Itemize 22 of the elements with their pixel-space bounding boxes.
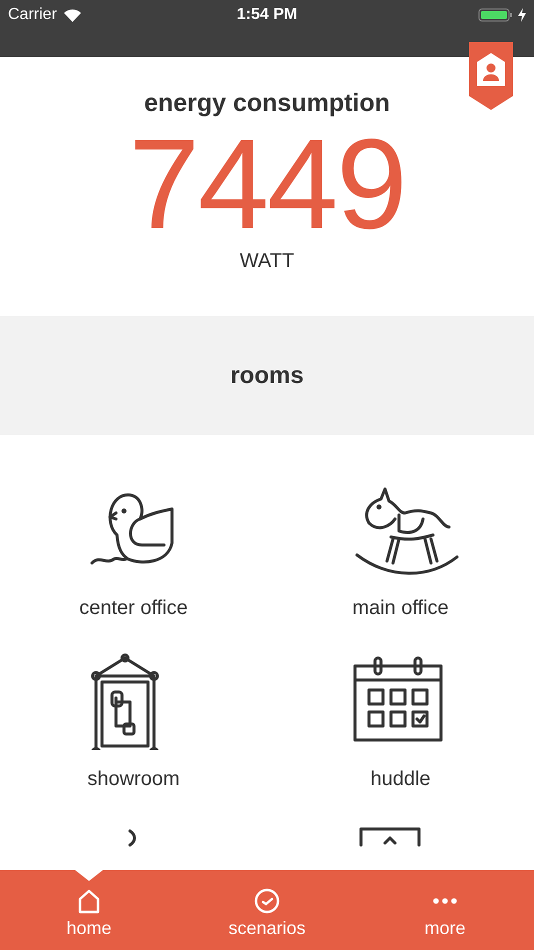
hanging-frame-icon[interactable] <box>90 654 158 750</box>
box-icon[interactable] <box>359 828 420 846</box>
wifi-icon <box>62 8 82 22</box>
energy-title: energy consumption <box>144 89 390 118</box>
more-icon <box>433 898 457 904</box>
home-icon <box>76 888 102 914</box>
clock-icon <box>254 888 280 914</box>
clock-time: 1:54 PM <box>236 6 298 24</box>
room-label[interactable]: main office <box>352 597 449 620</box>
section-title: rooms <box>230 362 304 390</box>
battery-icon <box>478 7 514 23</box>
room-label[interactable]: huddle <box>370 768 431 791</box>
energy-value: 7449 <box>128 130 406 240</box>
energy-unit: WATT <box>240 250 294 273</box>
calendar-icon[interactable] <box>353 656 442 742</box>
rocking-horse-icon[interactable] <box>355 488 458 575</box>
room-label[interactable]: showroom <box>87 768 180 791</box>
bird-icon[interactable] <box>90 494 173 564</box>
profile-badge[interactable] <box>469 42 513 110</box>
charging-icon <box>518 8 526 22</box>
room-label[interactable]: center office <box>79 597 188 620</box>
carrier-label: Carrier <box>8 6 57 24</box>
